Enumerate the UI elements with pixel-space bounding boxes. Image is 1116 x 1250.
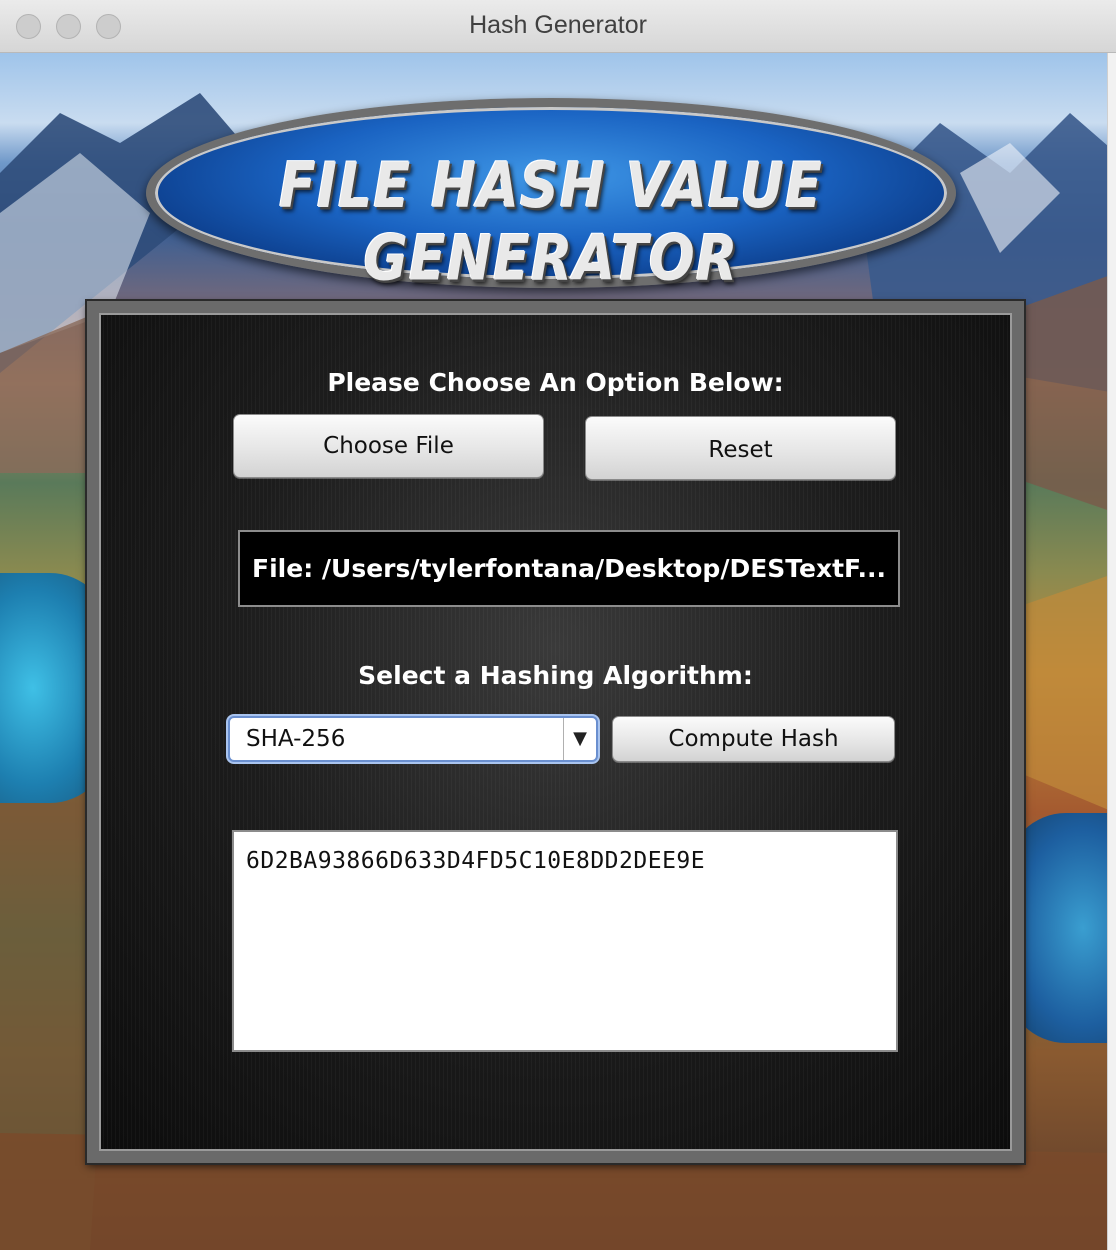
chevron-down-icon[interactable]: ▼	[563, 718, 596, 760]
main-panel: Please Choose An Option Below: Choose Fi…	[85, 299, 1026, 1165]
window-edge	[1107, 53, 1116, 1250]
logo-banner: FILE HASH VALUE GENERATOR	[146, 98, 956, 294]
algorithm-select[interactable]: SHA-256 ▼	[228, 716, 598, 762]
compute-hash-button[interactable]: Compute Hash	[612, 716, 895, 762]
title-bar[interactable]: Hash Generator	[0, 0, 1116, 53]
hash-output-text: 6D2BA93866D633D4FD5C10E8DD2DEE9E	[246, 848, 706, 874]
algorithm-selected-value: SHA-256	[246, 726, 346, 752]
file-path-display: File: /Users/tylerfontana/Desktop/DESTex…	[238, 530, 900, 607]
logo-text: FILE HASH VALUE GENERATOR	[278, 149, 824, 295]
window-title: Hash Generator	[469, 11, 647, 39]
algorithm-label: Select a Hashing Algorithm:	[358, 661, 753, 690]
hash-output-area[interactable]: 6D2BA93866D633D4FD5C10E8DD2DEE9E	[232, 830, 898, 1052]
choose-file-button[interactable]: Choose File	[233, 414, 544, 478]
reset-button[interactable]: Reset	[585, 416, 896, 480]
choose-option-label: Please Choose An Option Below:	[327, 368, 784, 397]
app-window: Hash Generator FILE HASH VALUE GENERATOR…	[0, 0, 1116, 1250]
